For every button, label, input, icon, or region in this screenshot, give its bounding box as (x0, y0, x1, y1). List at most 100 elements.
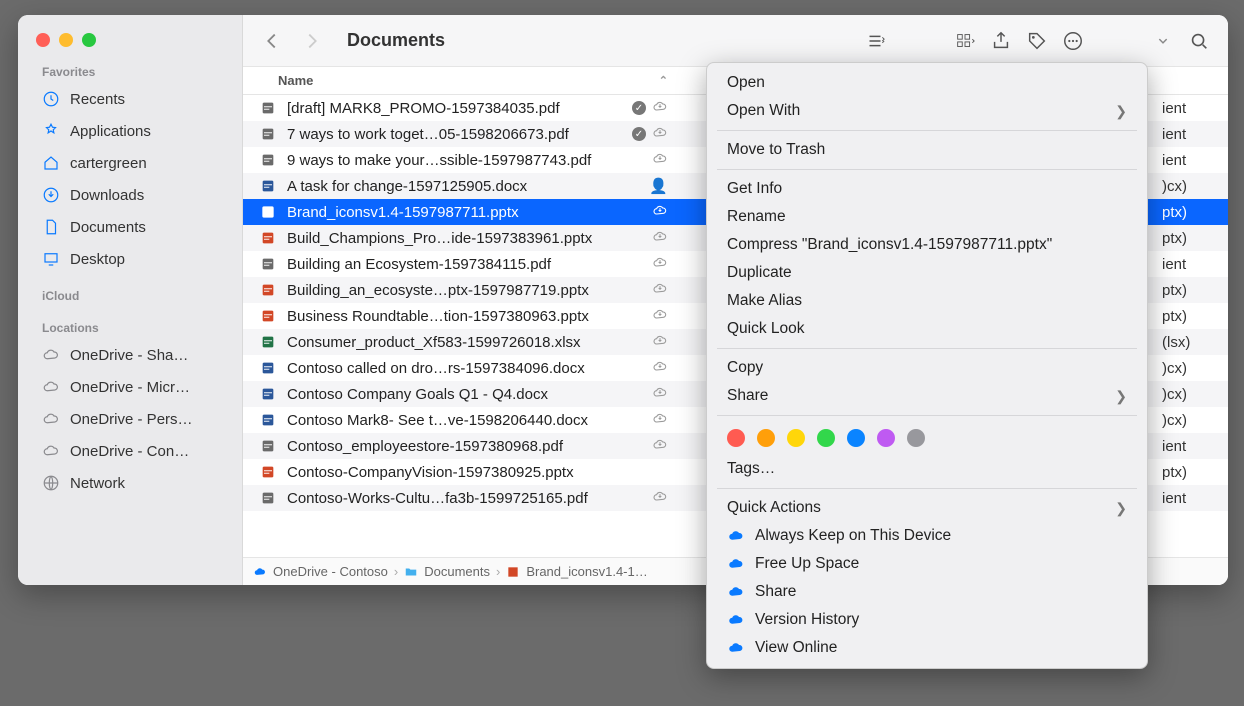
sidebar-item-network[interactable]: Network (18, 467, 242, 499)
pptx-icon (259, 307, 277, 325)
quick-action-label: Always Keep on This Device (755, 527, 951, 545)
pdf-icon (259, 99, 277, 117)
menu-separator (717, 169, 1137, 170)
forward-button[interactable] (301, 30, 323, 52)
dropdown-button[interactable] (1152, 30, 1174, 52)
file-name: Brand_iconsv1.4-1597987711.pptx (287, 204, 519, 221)
quick-action-item[interactable]: Version History (707, 606, 1147, 634)
cloud-download-icon (652, 437, 668, 455)
tag-color-button[interactable] (787, 429, 805, 447)
menu-item-open-with[interactable]: Open With❯ (707, 97, 1147, 125)
sidebar: Favorites Recents Applications cartergre… (18, 15, 243, 585)
download-icon (42, 186, 60, 204)
quick-action-item[interactable]: View Online (707, 634, 1147, 662)
minimize-window-button[interactable] (59, 33, 73, 47)
menu-item-share[interactable]: Share❯ (707, 382, 1147, 410)
menu-item-compress[interactable]: Compress "Brand_iconsv1.4-1597987711.ppt… (707, 231, 1147, 259)
tag-color-button[interactable] (877, 429, 895, 447)
cloud-download-icon (652, 385, 668, 403)
onedrive-icon (727, 611, 745, 629)
cloud-icon (42, 346, 60, 364)
cloud-download-icon (652, 333, 668, 351)
sidebar-item-home[interactable]: cartergreen (18, 147, 242, 179)
docx-icon (259, 177, 277, 195)
file-name: Business Roundtable…tion-1597380963.pptx (287, 308, 589, 325)
pptx-icon (259, 203, 277, 221)
pptx-icon (259, 463, 277, 481)
column-name-header[interactable]: Name (278, 73, 313, 88)
zoom-window-button[interactable] (82, 33, 96, 47)
docx-icon (259, 359, 277, 377)
menu-item-make-alias[interactable]: Make Alias (707, 287, 1147, 315)
tag-color-button[interactable] (907, 429, 925, 447)
search-button[interactable] (1188, 30, 1210, 52)
share-button[interactable] (990, 30, 1012, 52)
tag-color-button[interactable] (817, 429, 835, 447)
folder-icon (404, 565, 418, 579)
chevron-right-icon: ❯ (1115, 103, 1127, 120)
file-name: Contoso Mark8- See t…ve-1598206440.docx (287, 412, 588, 429)
desktop-icon (42, 250, 60, 268)
path-segment[interactable]: Brand_iconsv1.4-1… (526, 564, 647, 579)
quick-action-item[interactable]: Always Keep on This Device (707, 522, 1147, 550)
cloud-icon (42, 378, 60, 396)
path-segment[interactable]: Documents (424, 564, 490, 579)
menu-item-trash[interactable]: Move to Trash (707, 136, 1147, 164)
file-name: Contoso Company Goals Q1 - Q4.docx (287, 386, 548, 403)
sidebar-item-downloads[interactable]: Downloads (18, 179, 242, 211)
quick-action-item[interactable]: Free Up Space (707, 550, 1147, 578)
sidebar-item-onedrive-sha[interactable]: OneDrive - Sha… (18, 339, 242, 371)
tags-button[interactable] (1026, 30, 1048, 52)
sidebar-item-recents[interactable]: Recents (18, 83, 242, 115)
path-segment[interactable]: OneDrive - Contoso (273, 564, 388, 579)
view-list-button[interactable] (864, 30, 886, 52)
menu-separator (717, 488, 1137, 489)
menu-item-quick-actions[interactable]: Quick Actions❯ (707, 494, 1147, 522)
sidebar-label: OneDrive - Con… (70, 443, 189, 460)
window-title: Documents (347, 30, 445, 51)
cloud-download-icon (652, 307, 668, 325)
file-kind: ptx) (1156, 225, 1228, 251)
onedrive-icon (727, 583, 745, 601)
sidebar-item-applications[interactable]: Applications (18, 115, 242, 147)
onedrive-icon (727, 527, 745, 545)
group-button[interactable] (954, 30, 976, 52)
more-button[interactable] (1062, 30, 1084, 52)
close-window-button[interactable] (36, 33, 50, 47)
tag-color-button[interactable] (757, 429, 775, 447)
file-name: 7 ways to work toget…05-1598206673.pdf (287, 126, 569, 143)
pdf-icon (259, 437, 277, 455)
tag-color-button[interactable] (727, 429, 745, 447)
sidebar-item-documents[interactable]: Documents (18, 211, 242, 243)
menu-item-tags[interactable]: Tags… (707, 455, 1147, 483)
back-button[interactable] (261, 30, 283, 52)
file-name: 9 ways to make your…ssible-1597987743.pd… (287, 152, 591, 169)
sidebar-item-onedrive-con[interactable]: OneDrive - Con… (18, 435, 242, 467)
sidebar-item-onedrive-pers[interactable]: OneDrive - Pers… (18, 403, 242, 435)
sidebar-item-desktop[interactable]: Desktop (18, 243, 242, 275)
pdf-icon (259, 489, 277, 507)
chevron-right-icon: ❯ (1115, 388, 1127, 405)
chevron-right-icon: › (394, 564, 398, 579)
cloud-download-icon (652, 151, 668, 169)
cloud-download-icon (652, 229, 668, 247)
quick-action-label: Free Up Space (755, 555, 859, 573)
chevron-right-icon: ❯ (1115, 500, 1127, 517)
sidebar-label: Applications (70, 123, 151, 140)
cloud-download-icon (652, 359, 668, 377)
menu-item-get-info[interactable]: Get Info (707, 175, 1147, 203)
menu-item-quick-look[interactable]: Quick Look (707, 315, 1147, 343)
menu-item-duplicate[interactable]: Duplicate (707, 259, 1147, 287)
quick-action-item[interactable]: Share (707, 578, 1147, 606)
sidebar-label: OneDrive - Pers… (70, 411, 193, 428)
menu-item-copy[interactable]: Copy (707, 354, 1147, 382)
pptx-icon (259, 229, 277, 247)
menu-item-rename[interactable]: Rename (707, 203, 1147, 231)
file-kind: ient (1156, 433, 1228, 459)
cloud-download-icon (652, 203, 668, 221)
tag-color-button[interactable] (847, 429, 865, 447)
menu-item-open[interactable]: Open (707, 69, 1147, 97)
sidebar-item-onedrive-micr[interactable]: OneDrive - Micr… (18, 371, 242, 403)
cloud-icon (42, 410, 60, 428)
window-controls (18, 27, 242, 65)
